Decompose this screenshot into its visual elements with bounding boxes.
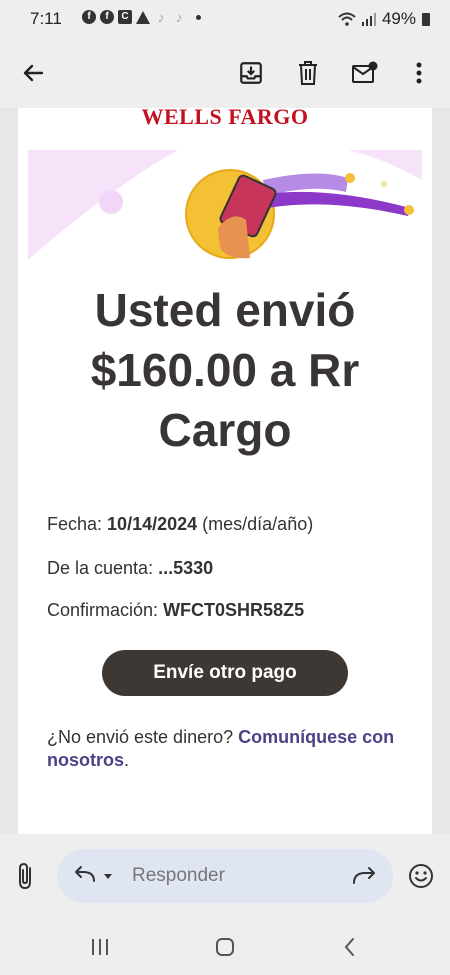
payment-illustration: [28, 150, 422, 260]
date-value: 10/14/2024: [107, 514, 198, 534]
emoji-icon: [409, 864, 433, 888]
headline-line: Cargo: [158, 404, 292, 456]
emoji-button[interactable]: [408, 863, 434, 894]
tiktok-icon: ♪: [175, 9, 183, 25]
back-nav-icon[interactable]: [338, 935, 362, 959]
headline: Usted envió $160.00 a Rr Cargo: [18, 280, 432, 460]
forward-icon[interactable]: [351, 866, 377, 886]
archive-icon: [240, 62, 262, 84]
more-options-button[interactable]: [403, 57, 435, 89]
contact-period: .: [124, 750, 130, 770]
facebook-icon: f: [100, 10, 114, 24]
reply-bar: Responder: [0, 834, 450, 920]
signal-icon: [361, 12, 376, 26]
contact-text: ¿No envió este dinero?: [47, 727, 234, 747]
account-value: ...5330: [158, 558, 214, 578]
notification-icons: f f C ♪ ♪: [82, 10, 201, 24]
account-row: De la cuenta: ...5330: [47, 558, 213, 579]
wells-fargo-logo: WELLS FARGO: [141, 108, 309, 129]
facebook-icon: f: [82, 10, 96, 24]
more-notifications-dot: [196, 14, 201, 20]
headline-line: Usted envió: [94, 284, 356, 336]
send-another-payment-button[interactable]: Envíe otro pago: [102, 650, 348, 696]
recent-apps-icon[interactable]: [88, 935, 112, 959]
delete-button[interactable]: [292, 57, 324, 89]
c-app-icon: C: [118, 10, 132, 24]
attach-button[interactable]: [14, 862, 38, 895]
status-bar: 7:11 f f C ♪ ♪ 49%: [0, 0, 450, 38]
reply-field[interactable]: Responder: [57, 849, 393, 903]
more-vertical-icon: [416, 62, 422, 84]
email-body: WELLS FARGO Usted envió $160.00 a Rr Car…: [18, 108, 432, 834]
warning-icon: [136, 10, 150, 24]
confirmation-row: Confirmación: WFCT0SHR58Z5: [47, 600, 304, 621]
confirmation-label: Confirmación:: [47, 600, 159, 620]
home-icon[interactable]: [213, 935, 237, 959]
back-button[interactable]: [17, 57, 49, 89]
mail-unread-icon: [352, 61, 378, 83]
archive-button[interactable]: [235, 57, 267, 89]
status-right: 49%: [338, 9, 430, 29]
date-row: Fecha: 10/14/2024 (mes/día/año): [47, 514, 313, 535]
battery-icon: [422, 12, 430, 26]
headline-line: $160.00 a Rr: [90, 344, 360, 396]
tiktok-icon: ♪: [157, 9, 165, 25]
account-label: De la cuenta:: [47, 558, 154, 578]
wifi-icon: [338, 12, 356, 26]
paperclip-icon: [19, 862, 31, 890]
status-time: 7:11: [30, 9, 62, 28]
system-navigation-bar: [0, 920, 450, 975]
trash-icon: [299, 61, 317, 85]
contact-notice: ¿No envió este dinero? Comuníquese con n…: [47, 726, 407, 772]
back-arrow-icon: [23, 64, 44, 82]
battery-percent: 49%: [381, 9, 416, 28]
reply-placeholder: Responder: [132, 865, 225, 886]
email-app-bar: [0, 38, 450, 108]
date-format: (mes/día/año): [202, 514, 314, 534]
mark-unread-button[interactable]: [349, 57, 381, 89]
reply-dropdown-icon[interactable]: [73, 865, 113, 887]
date-label: Fecha:: [47, 514, 103, 534]
confirmation-value: WFCT0SHR58Z5: [163, 600, 305, 620]
